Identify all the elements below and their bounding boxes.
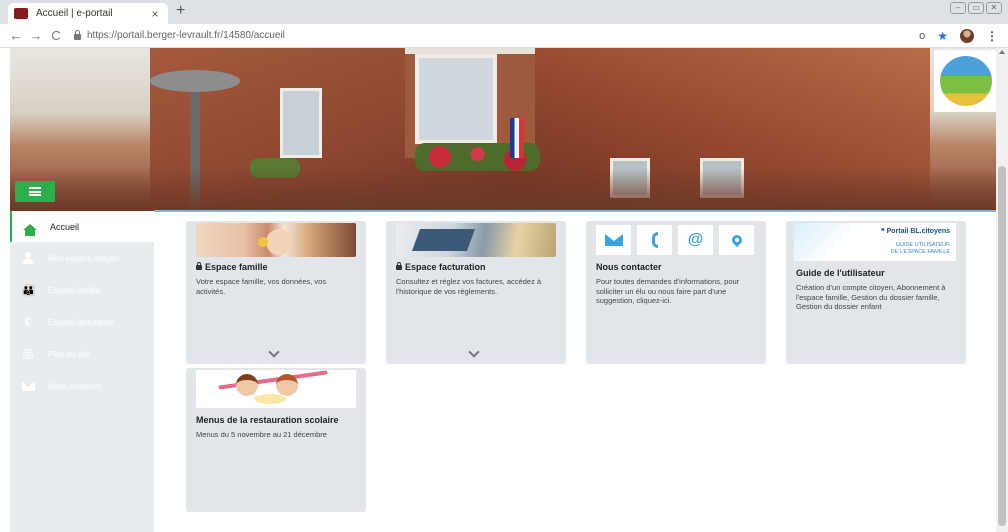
at-sign-icon: @ bbox=[687, 231, 704, 248]
key-icon[interactable]: o bbox=[919, 30, 925, 42]
sidebar-item-mon-espace-citoyen[interactable]: Mon espace citoyen bbox=[10, 242, 154, 274]
page-scrollbar[interactable] bbox=[996, 48, 1008, 532]
sidebar-item-label: Mon espace citoyen bbox=[48, 253, 120, 263]
contact-tile bbox=[719, 225, 754, 255]
banner-flag bbox=[510, 118, 524, 158]
chevron-down-icon[interactable] bbox=[468, 346, 480, 358]
sidebar-item-label: Accueil bbox=[50, 221, 80, 232]
lock-icon bbox=[74, 29, 81, 40]
envelope-icon bbox=[604, 234, 623, 246]
arms-image-shape bbox=[218, 370, 328, 390]
guide-card-image: ❝ Portail BL.citoyens GUIDE UTILISATEUR … bbox=[794, 223, 956, 261]
scroll-thumb[interactable] bbox=[998, 166, 1006, 526]
favicon-icon bbox=[14, 8, 28, 19]
town-logo[interactable] bbox=[934, 50, 998, 112]
euro-icon: € bbox=[24, 315, 32, 329]
restore-icon[interactable]: ▭ bbox=[968, 2, 984, 14]
card-title[interactable]: Espace famille bbox=[196, 262, 268, 272]
sidebar-item-espace-facturation[interactable]: € Espace facturation bbox=[10, 306, 154, 338]
url-text[interactable]: https://portail.berger-levrault.fr/14580… bbox=[87, 30, 285, 41]
child-image-shape bbox=[236, 374, 258, 396]
browser-toolbar: ← → C https://portail.berger-levrault.fr… bbox=[0, 24, 1008, 48]
chevron-down-icon[interactable] bbox=[268, 346, 280, 358]
card-espace-famille[interactable]: Espace famille Votre espace famille, vos… bbox=[186, 221, 366, 364]
banner-window bbox=[280, 88, 322, 158]
sitemap-icon: 品 bbox=[22, 349, 34, 361]
guide-subtitle: GUIDE UTILISATEUR bbox=[895, 242, 950, 248]
toy-image-shape bbox=[258, 237, 268, 247]
profile-avatar-icon[interactable] bbox=[960, 29, 974, 43]
menu-sign-shape bbox=[254, 394, 286, 404]
tablet-image-shape bbox=[411, 229, 476, 251]
card-title[interactable]: Espace facturation bbox=[396, 262, 486, 272]
map-pin-icon bbox=[729, 232, 744, 248]
minimize-icon[interactable]: – bbox=[950, 2, 966, 14]
card-title[interactable]: Nous contacter bbox=[596, 262, 662, 272]
sidebar-nav: Accueil Mon espace citoyen 👪 Espace fami… bbox=[10, 211, 154, 532]
header-banner-image bbox=[10, 48, 996, 211]
sidebar-item-espace-famille[interactable]: 👪 Espace famille bbox=[10, 274, 154, 306]
guide-brand-text: ❝ Portail BL.citoyens bbox=[880, 228, 950, 235]
contact-tile: @ bbox=[678, 225, 713, 255]
facturation-card-image bbox=[396, 223, 556, 257]
browser-tabbar: Accueil | e-portail × + – ▭ ✕ bbox=[0, 0, 1008, 24]
sidebar-item-label: Espace facturation bbox=[48, 317, 115, 327]
tab-title: Accueil | e-portail bbox=[36, 8, 113, 19]
home-icon bbox=[23, 223, 37, 236]
card-title[interactable]: Guide de l'utilisateur bbox=[796, 268, 885, 278]
guide-subtitle: DE L'ESPACE FAMILLE bbox=[890, 249, 950, 255]
card-title[interactable]: Menus de la restauration scolaire bbox=[196, 415, 339, 425]
card-description: Consultez et réglez vos factures, accéde… bbox=[396, 277, 542, 296]
card-menus-restauration[interactable]: Menus de la restauration scolaire Menus … bbox=[186, 368, 366, 512]
window-controls: – ▭ ✕ bbox=[950, 2, 1002, 14]
card-nous-contacter[interactable]: @ Nous contacter Pour toutes demandes d'… bbox=[586, 221, 766, 364]
famille-card-image bbox=[196, 223, 356, 257]
forward-arrow-icon[interactable]: → bbox=[26, 28, 46, 43]
lock-icon bbox=[396, 262, 402, 270]
menus-card-image bbox=[196, 370, 356, 408]
address-bar[interactable]: https://portail.berger-levrault.fr/14580… bbox=[74, 27, 954, 45]
lock-icon bbox=[196, 262, 202, 270]
tab-close-icon[interactable]: × bbox=[148, 7, 162, 21]
close-window-icon[interactable]: ✕ bbox=[986, 2, 1002, 14]
sidebar-item-label: Nous contacter bbox=[48, 381, 102, 391]
card-espace-facturation[interactable]: Espace facturation Consultez et réglez v… bbox=[386, 221, 566, 364]
sidebar-item-nous-contacter[interactable]: Nous contacter bbox=[10, 370, 154, 402]
header-accent-line bbox=[154, 210, 996, 212]
card-title-text: Espace facturation bbox=[405, 262, 486, 272]
card-title-text: Espace famille bbox=[205, 262, 268, 272]
card-description: Menus du 5 novembre au 21 décembre bbox=[196, 430, 327, 439]
browser-menu-icon[interactable]: ⋮ bbox=[986, 29, 998, 43]
contact-tile bbox=[637, 225, 672, 255]
phone-icon bbox=[651, 232, 658, 248]
card-description: Création d'un compte citoyen, Abonnement… bbox=[796, 283, 946, 311]
sidebar-item-label: Plan du site bbox=[48, 349, 90, 359]
card-description: Pour toutes demandes d'informations, pou… bbox=[596, 277, 740, 305]
logo-emblem bbox=[940, 56, 992, 106]
hamburger-icon bbox=[29, 187, 41, 196]
contact-tile bbox=[596, 225, 631, 255]
bookmark-star-icon[interactable]: ★ bbox=[937, 29, 948, 43]
sidebar-item-plan-du-site[interactable]: 品 Plan du site bbox=[10, 338, 154, 370]
back-arrow-icon[interactable]: ← bbox=[6, 28, 26, 43]
banner-lamp bbox=[150, 70, 240, 92]
reload-icon[interactable]: C bbox=[46, 28, 66, 43]
card-guide-utilisateur[interactable]: ❝ Portail BL.citoyens GUIDE UTILISATEUR … bbox=[786, 221, 966, 364]
new-tab-button[interactable]: + bbox=[176, 2, 185, 20]
banner-foliage bbox=[10, 168, 996, 211]
card-description: Votre espace famille, vos données, vos a… bbox=[196, 277, 327, 296]
banner-window bbox=[415, 54, 497, 144]
menu-toggle-button[interactable] bbox=[15, 181, 55, 202]
child-image-shape bbox=[276, 374, 298, 396]
child-image-shape bbox=[266, 229, 292, 255]
browser-tab[interactable]: Accueil | e-portail × bbox=[8, 3, 168, 24]
sidebar-item-label: Espace famille bbox=[48, 285, 101, 295]
mail-icon bbox=[21, 381, 35, 391]
person-icon bbox=[23, 252, 33, 264]
family-icon: 👪 bbox=[21, 284, 36, 297]
sidebar-item-accueil[interactable]: Accueil bbox=[10, 211, 154, 242]
scroll-up-icon[interactable] bbox=[999, 50, 1005, 54]
contact-card-image: @ bbox=[596, 223, 756, 257]
